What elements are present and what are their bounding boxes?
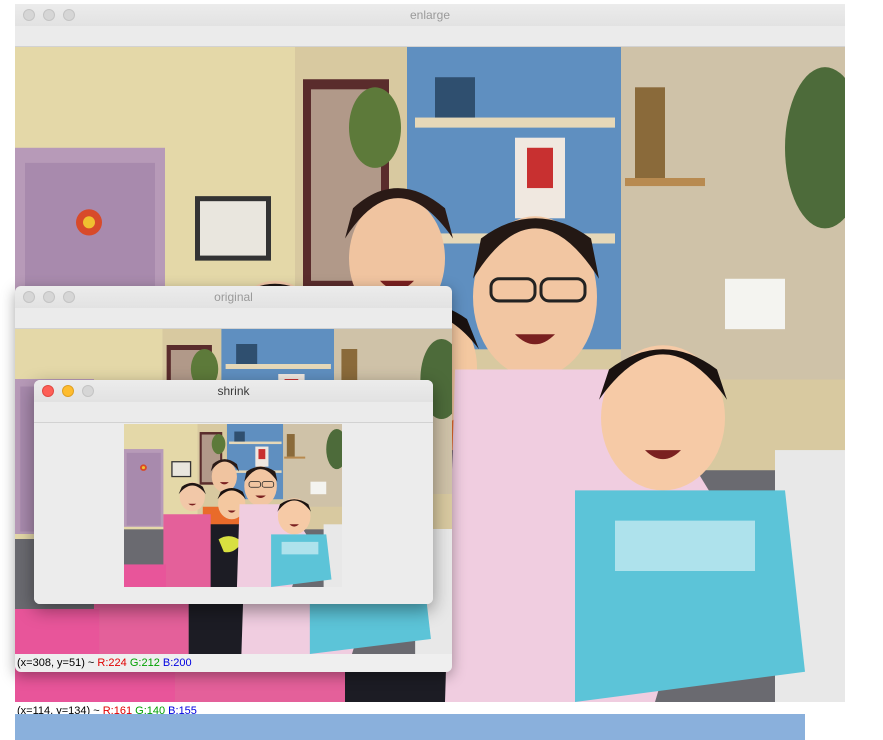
dock-bar bbox=[15, 714, 805, 740]
original-traffic-lights bbox=[23, 291, 75, 303]
zoom-button-icon[interactable] bbox=[82, 385, 94, 397]
original-toolbar bbox=[15, 308, 452, 329]
enlarge-traffic-lights bbox=[23, 9, 75, 21]
minimize-button-icon[interactable] bbox=[43, 291, 55, 303]
original-statusbar: (x=308, y=51) ~ R:224 G:212 B:200 bbox=[15, 654, 452, 672]
original-status-coords: (x=308, y=51) ~ bbox=[17, 657, 98, 669]
enlarge-toolbar bbox=[15, 26, 845, 47]
zoom-button-icon[interactable] bbox=[63, 291, 75, 303]
original-status-b: B:200 bbox=[162, 657, 192, 669]
minimize-button-icon[interactable] bbox=[43, 9, 55, 21]
enlarge-titlebar[interactable]: enlarge bbox=[15, 4, 845, 27]
shrink-titlebar[interactable]: shrink bbox=[34, 380, 433, 403]
original-status-r: R:224 bbox=[97, 657, 127, 669]
close-button-icon[interactable] bbox=[23, 9, 35, 21]
enlarge-title: enlarge bbox=[409, 8, 451, 22]
shrink-traffic-lights bbox=[42, 385, 94, 397]
original-titlebar[interactable]: original bbox=[15, 286, 452, 309]
close-button-icon[interactable] bbox=[42, 385, 54, 397]
close-button-icon[interactable] bbox=[23, 291, 35, 303]
minimize-button-icon[interactable] bbox=[62, 385, 74, 397]
zoom-button-icon[interactable] bbox=[63, 9, 75, 21]
shrink-toolbar bbox=[34, 402, 433, 423]
shrink-window: shrink bbox=[34, 380, 433, 604]
original-title: original bbox=[214, 290, 253, 304]
shrink-image[interactable] bbox=[124, 424, 342, 587]
original-status-g: G:212 bbox=[129, 657, 160, 669]
shrink-title: shrink bbox=[217, 384, 250, 398]
